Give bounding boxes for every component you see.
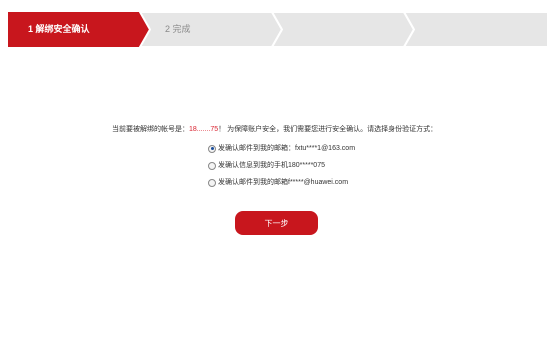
step-3-arrow bbox=[270, 12, 416, 47]
step-1-label: 1 解绑安全确认 bbox=[28, 24, 90, 34]
step-4-arrow bbox=[402, 12, 548, 47]
radio-button[interactable] bbox=[208, 161, 216, 170]
option-label: 发确认邮件到我的邮箱 bbox=[218, 179, 288, 186]
prompt-suffix: ！ 为保障账户安全，我们需要您进行安全确认。请选择身份验证方式： bbox=[218, 126, 438, 133]
radio-button[interactable] bbox=[208, 178, 216, 187]
option-email-163[interactable]: 发确认邮件到我的邮箱： fxtu****1@163.com bbox=[208, 140, 355, 157]
option-value: fxtu****1@163.com bbox=[295, 145, 356, 152]
prompt-prefix: 当前要被解绑的帐号是： bbox=[112, 126, 189, 133]
verification-prompt: 当前要被解绑的帐号是：18.......75！ 为保障账户安全，我们需要您进行安… bbox=[112, 124, 437, 134]
option-phone[interactable]: 发确认信息到我的手机 180*****075 bbox=[208, 157, 355, 174]
step-2-label: 2 完成 bbox=[165, 24, 191, 34]
step-progress-bar: 1 解绑安全确认 2 完成 bbox=[8, 12, 548, 47]
option-label: 发确认信息到我的手机 bbox=[218, 162, 288, 169]
step-2-arrow bbox=[138, 12, 284, 47]
option-value: 180*****075 bbox=[288, 162, 325, 169]
account-number: 18.......75 bbox=[189, 126, 219, 133]
next-step-button[interactable]: 下一步 bbox=[235, 211, 318, 235]
option-label: 发确认邮件到我的邮箱： bbox=[218, 145, 295, 152]
option-email-huawei[interactable]: 发确认邮件到我的邮箱 f*****@huawei.com bbox=[208, 174, 355, 191]
radio-button-checked[interactable] bbox=[208, 144, 216, 153]
verification-method-options: 发确认邮件到我的邮箱： fxtu****1@163.com 发确认信息到我的手机… bbox=[208, 140, 355, 191]
option-value: f*****@huawei.com bbox=[288, 179, 349, 186]
